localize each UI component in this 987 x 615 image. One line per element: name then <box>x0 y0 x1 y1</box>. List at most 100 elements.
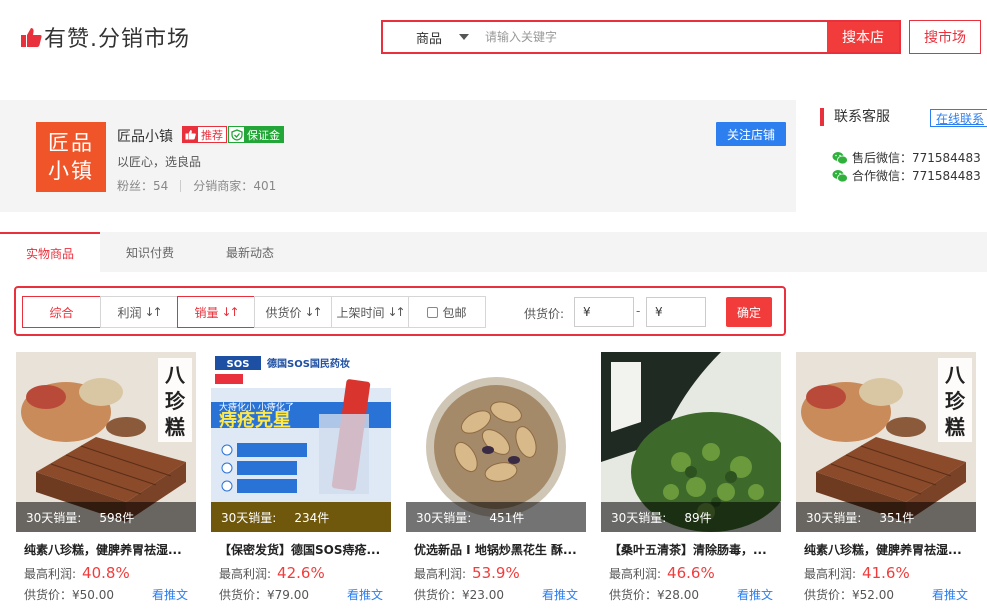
profit-value: 41.6% <box>862 564 910 582</box>
sort-profit-label: 利润 <box>117 305 142 320</box>
view-promo-link[interactable]: 看推文 <box>347 586 383 603</box>
sales-label: 30天销量: <box>221 510 277 525</box>
tab-knowledge-paid[interactable]: 知识付费 <box>100 232 200 272</box>
free-shipping-checkbox[interactable]: 包邮 <box>408 296 486 328</box>
shield-check-icon <box>229 127 244 142</box>
profit-label: 最高利润: <box>804 567 857 581</box>
sales-label: 30天销量: <box>806 510 862 525</box>
svg-text:糕: 糕 <box>165 415 185 439</box>
profit-row: 最高利润: 53.9% <box>414 564 520 582</box>
product-title[interactable]: 优选新品 I 地锅炒黑花生 酥... <box>414 541 584 558</box>
recommend-badge: 推荐 <box>182 126 227 143</box>
sales-overlay: 30天销量: 351件 <box>796 502 976 532</box>
product-title[interactable]: 纯素八珍糕，健脾养胃祛湿... <box>804 541 974 558</box>
supply-price: 供货价：¥50.00 <box>24 588 114 602</box>
supply-price: 供货价：¥28.00 <box>609 588 699 602</box>
stats-divider <box>180 179 182 192</box>
checkbox-icon <box>427 306 439 318</box>
profit-value: 53.9% <box>472 564 520 582</box>
search-category-select[interactable]: 商品 <box>383 22 475 52</box>
supply-price: 供货价：¥23.00 <box>414 588 504 602</box>
sales-overlay: 30天销量: 451件 <box>406 502 586 532</box>
sort-profit-button[interactable]: 利润 ↓↑ <box>100 296 178 328</box>
profit-label: 最高利润: <box>24 567 77 581</box>
sort-sales-label: 销量 <box>194 305 219 320</box>
tab-physical-goods[interactable]: 实物商品 <box>0 232 100 272</box>
profit-row: 最高利润: 46.6% <box>609 564 715 582</box>
price-max-input[interactable]: ¥ <box>646 297 706 327</box>
shop-name[interactable]: 匠品小镇 <box>117 126 173 146</box>
sort-all-button[interactable]: 综合 <box>22 296 101 328</box>
sort-listing-time-label: 上架时间 <box>336 305 385 320</box>
product-title[interactable]: 【桑叶五清茶】清除肠毒，... <box>609 541 779 558</box>
fans-value: 54 <box>153 178 169 193</box>
price-confirm-button[interactable]: 确定 <box>726 297 772 327</box>
product-card[interactable]: 30天销量: 451件 优选新品 I 地锅炒黑花生 酥... 最高利润: 53.… <box>406 352 586 615</box>
view-promo-link[interactable]: 看推文 <box>152 586 188 603</box>
after-sale-wechat-text: 售后微信：771584483 <box>852 151 981 165</box>
view-promo-link[interactable]: 看推文 <box>737 586 773 603</box>
shop-stats: 粉丝： 54 分销商家： 401 <box>117 177 276 194</box>
logo-text: 有赞.分销市场 <box>44 27 190 52</box>
profit-label: 最高利润: <box>414 567 467 581</box>
svg-text:德国SOS国民药妆: 德国SOS国民药妆 <box>266 357 350 370</box>
sort-price-label: 供货价 <box>265 305 302 320</box>
view-promo-link[interactable]: 看推文 <box>932 586 968 603</box>
sales-count: 351件 <box>879 510 915 525</box>
shop-card: 匠品 小镇 匠品小镇 推荐 保证金 以匠心，选良品 粉丝： 54 分销商家： 4… <box>0 100 796 212</box>
thumbs-up-icon <box>183 127 198 142</box>
cooperate-wechat: 合作微信：771584483 <box>832 167 981 184</box>
shop-logo-line2: 小镇 <box>48 159 94 183</box>
sort-arrows-icon: ↓↑ <box>387 305 405 319</box>
search-category-label: 商品 <box>415 31 442 47</box>
search-bar: 商品 搜本店 <box>381 20 901 54</box>
profit-row: 最高利润: 41.6% <box>804 564 910 582</box>
sales-count: 234件 <box>294 510 330 525</box>
sales-overlay: 30天销量: 89件 <box>601 502 781 532</box>
cooperate-wechat-text: 合作微信：771584483 <box>852 169 981 183</box>
supply-price-label: 供货价: <box>524 307 565 321</box>
thumbs-up-icon <box>21 28 42 47</box>
shop-logo-line1: 匠品 <box>48 131 94 155</box>
view-promo-link[interactable]: 看推文 <box>542 586 578 603</box>
sales-label: 30天销量: <box>611 510 667 525</box>
distributors-label: 分销商家： <box>193 179 254 193</box>
supply-price: 供货价：¥79.00 <box>219 588 309 602</box>
product-title[interactable]: 纯素八珍糕，健脾养胃祛湿... <box>24 541 194 558</box>
distributors-value: 401 <box>253 178 277 193</box>
price-range-dash: - <box>636 304 641 318</box>
sales-overlay: 30天销量: 234件 <box>211 502 391 532</box>
tab-latest-news[interactable]: 最新动态 <box>200 232 300 272</box>
product-card[interactable]: 30天销量: 89件 【桑叶五清茶】清除肠毒，... 最高利润: 46.6% 供… <box>601 352 781 615</box>
online-contact-button[interactable]: 在线联系 <box>930 109 987 127</box>
product-title[interactable]: 【保密发货】德国SOS痔疮... <box>219 541 389 558</box>
svg-text:八: 八 <box>165 363 186 387</box>
search-market-button[interactable]: 搜市场 <box>909 20 981 54</box>
shop-logo[interactable]: 匠品 小镇 <box>36 122 106 192</box>
service-title: 联系客服 <box>820 108 890 126</box>
site-logo[interactable]: 有赞.分销市场 <box>20 22 190 52</box>
profit-label: 最高利润: <box>219 567 272 581</box>
profit-row: 最高利润: 42.6% <box>219 564 325 582</box>
guarantee-badge-label: 保证金 <box>247 128 280 142</box>
guarantee-badge: 保证金 <box>228 126 284 143</box>
product-card[interactable]: 八 珍 糕 30天销量: 598件 纯素八珍糕，健脾养胃祛湿... 最高利润: … <box>16 352 196 615</box>
sort-arrows-icon: ↓↑ <box>144 305 162 319</box>
sort-price-button[interactable]: 供货价 ↓↑ <box>254 296 332 328</box>
search-shop-button[interactable]: 搜本店 <box>827 22 899 52</box>
wechat-icon <box>832 169 848 182</box>
sort-listing-time-button[interactable]: 上架时间 ↓↑ <box>331 296 409 328</box>
follow-shop-button[interactable]: 关注店铺 <box>716 122 786 146</box>
sort-sales-button[interactable]: 销量 ↓↑ <box>177 296 255 328</box>
search-input[interactable] <box>475 22 827 52</box>
after-sale-wechat: 售后微信：771584483 <box>832 149 981 166</box>
product-card[interactable]: 八 珍 糕 30天销量: 351件 纯素八珍糕，健脾养胃祛湿... 最高利润: … <box>796 352 976 615</box>
product-card[interactable]: SOS 德国SOS国民药妆 大痔化小 小痔化了 痔疮克星 30天销量: 234件… <box>211 352 391 615</box>
shop-slogan: 以匠心，选良品 <box>117 155 202 169</box>
free-shipping-label: 包邮 <box>442 305 467 320</box>
sales-label: 30天销量: <box>26 510 82 525</box>
profit-value: 42.6% <box>277 564 325 582</box>
price-min-input[interactable]: ¥ <box>574 297 634 327</box>
sales-count: 598件 <box>99 510 135 525</box>
svg-text:珍: 珍 <box>945 389 966 413</box>
